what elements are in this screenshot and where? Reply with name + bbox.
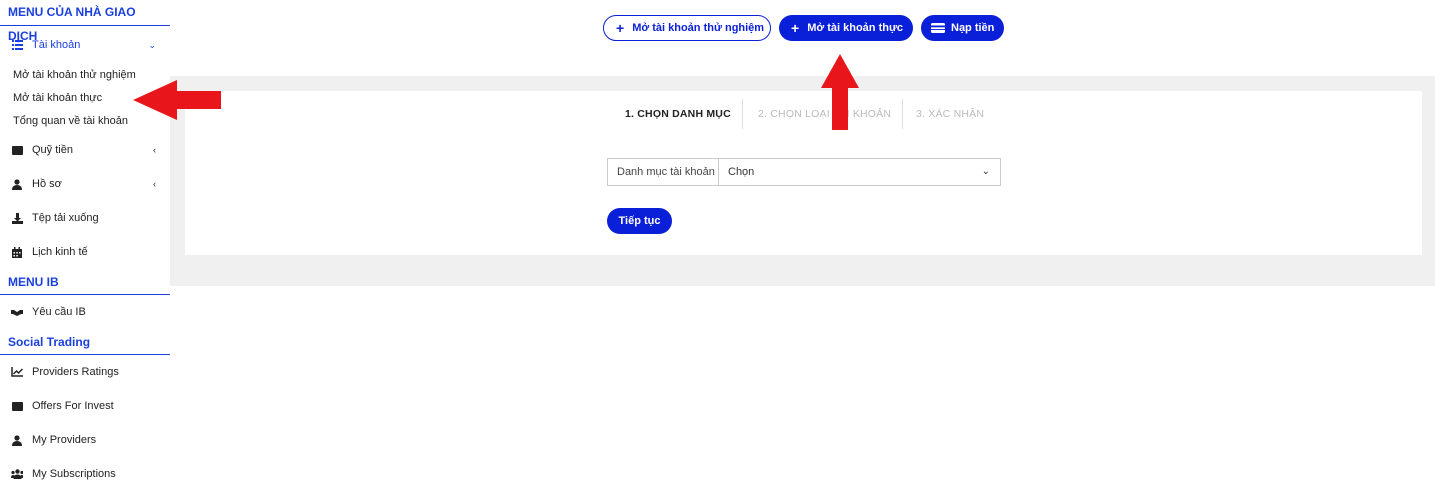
users-icon <box>11 468 23 480</box>
credit-card-icon <box>931 23 945 33</box>
plus-icon: + <box>616 20 625 36</box>
sidebar-item-label: My Providers <box>32 434 97 446</box>
sidebar-item-profile[interactable]: Hồ sơ ‹ <box>0 167 170 201</box>
trader-menu-title: MENU CỦA NHÀ GIAO DỊCH <box>0 0 170 43</box>
sidebar-item-account[interactable]: Tài khoản ⌄ <box>0 26 170 64</box>
step-divider <box>742 99 743 129</box>
step-3-confirm: 3. XÁC NHẬN <box>916 108 985 120</box>
sidebar-item-providers-ratings[interactable]: Providers Ratings <box>0 355 170 389</box>
red-arrow-up-icon <box>821 54 859 130</box>
sidebar-item-label: Quỹ tiền <box>32 144 73 156</box>
account-category-label: Danh mục tài khoản <box>608 159 719 185</box>
sidebar-item-my-subscriptions[interactable]: My Subscriptions <box>0 457 170 491</box>
select-value: Chọn <box>728 166 755 178</box>
social-trading-title: Social Trading <box>0 329 170 355</box>
line-chart-icon <box>11 366 23 378</box>
chevron-down-icon: ⌄ <box>148 39 156 50</box>
red-arrow-left-icon <box>133 80 221 120</box>
button-label: Mở tài khoản thử nghiệm <box>632 22 765 34</box>
sidebar-item-label: My Subscriptions <box>32 468 116 480</box>
chevron-left-icon: ‹ <box>153 145 156 155</box>
sidebar-item-label: Lịch kinh tế <box>32 246 88 258</box>
user-icon <box>11 178 23 190</box>
open-demo-account-button[interactable]: + Mở tài khoản thử nghiệm <box>603 15 771 41</box>
account-category-field: Danh mục tài khoản Chọn ⌄ <box>607 158 1001 186</box>
sidebar-item-my-providers[interactable]: My Providers <box>0 423 170 457</box>
account-category-select[interactable]: Chọn ⌄ <box>719 159 1000 185</box>
sidebar-item-label: Tệp tải xuống <box>32 212 99 224</box>
sidebar: MENU CỦA NHÀ GIAO DỊCH Tài khoản ⌄ Mở tà… <box>0 0 170 496</box>
step-divider <box>902 99 903 129</box>
continue-button[interactable]: Tiếp tục <box>607 208 672 234</box>
sidebar-item-downloads[interactable]: Tệp tải xuống <box>0 201 170 235</box>
user-tie-icon <box>11 434 23 446</box>
wallet-icon <box>11 144 23 156</box>
sidebar-item-label: Tài khoản <box>32 39 81 51</box>
chevron-down-icon: ⌄ <box>981 166 990 177</box>
list-icon <box>11 39 23 51</box>
download-icon <box>11 212 23 224</box>
calendar-icon <box>11 246 23 258</box>
sidebar-item-calendar[interactable]: Lịch kinh tế <box>0 235 170 269</box>
sidebar-item-funds[interactable]: Quỹ tiền ‹ <box>0 133 170 167</box>
step-1-select-category: 1. CHỌN DANH MỤC <box>625 108 731 120</box>
sidebar-item-label: Offers For Invest <box>32 400 114 412</box>
handshake-icon <box>11 306 23 318</box>
open-real-account-button[interactable]: + Mở tài khoản thực <box>779 15 913 41</box>
sidebar-item-offers-for-invest[interactable]: Offers For Invest <box>0 389 170 423</box>
button-label: Nạp tiền <box>951 22 995 34</box>
button-label: Mở tài khoản thực <box>807 22 904 34</box>
chevron-left-icon: ‹ <box>153 179 156 189</box>
sidebar-item-label: Providers Ratings <box>32 366 119 378</box>
plus-icon: + <box>791 20 800 36</box>
sidebar-item-label: Hồ sơ <box>32 178 62 190</box>
sidebar-item-ib-request[interactable]: Yêu cầu IB <box>0 295 170 329</box>
deposit-button[interactable]: Nạp tiền <box>921 15 1004 41</box>
wallet-icon <box>11 400 23 412</box>
ib-menu-title: MENU IB <box>0 269 170 295</box>
sidebar-item-label: Yêu cầu IB <box>32 306 86 318</box>
